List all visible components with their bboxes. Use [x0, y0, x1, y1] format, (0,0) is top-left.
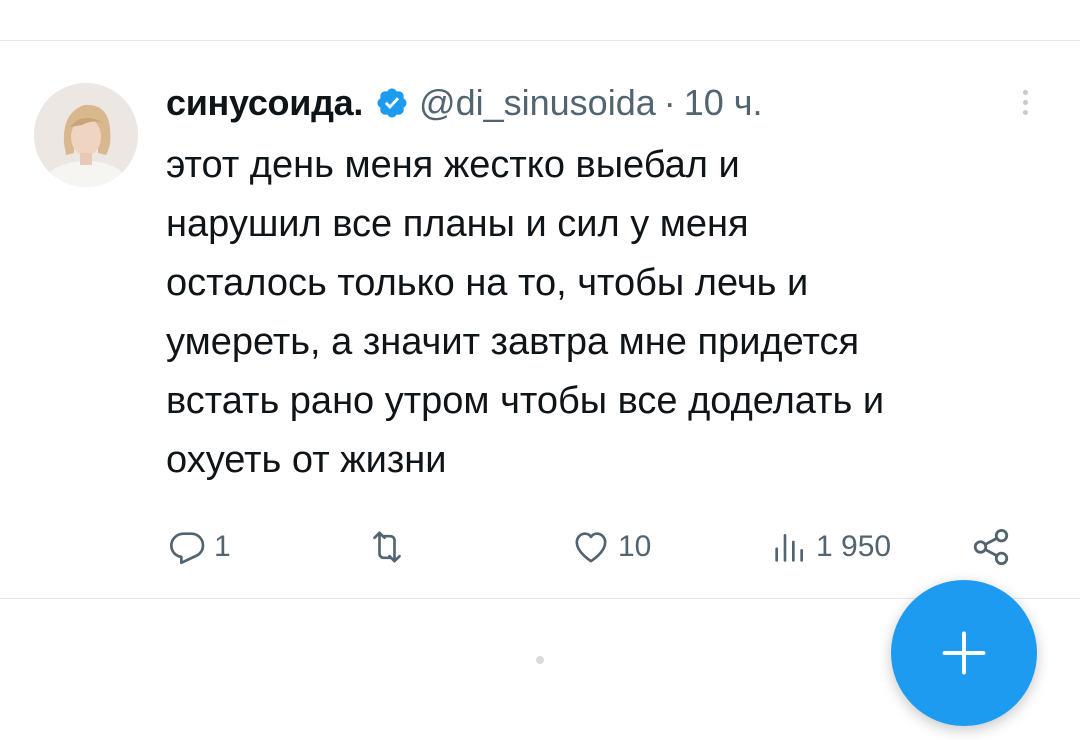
tweet-text-line: осталось только на то, чтобы лечь и [166, 262, 809, 304]
reply-count: 1 [214, 530, 231, 563]
heart-icon [575, 532, 607, 563]
tweet-text: этот день меня жестко выебал и нарушил в… [166, 136, 1046, 490]
tweet-text-line: нарушил все планы и сил у меня [166, 203, 749, 245]
tweet-timestamp[interactable]: 10 ч. [684, 82, 763, 124]
like-button[interactable]: 10 [570, 524, 651, 570]
verified-badge-icon [375, 86, 409, 120]
tweet-text-line: охуеть от жизни [166, 439, 447, 481]
plus-icon [942, 631, 986, 675]
top-divider [0, 40, 1080, 41]
views-count: 1 950 [816, 530, 892, 563]
tweet-text-line: этот день меня жестко выебал и [166, 144, 740, 186]
share-icon [973, 528, 1009, 566]
more-vertical-icon[interactable] [1012, 82, 1040, 122]
avatar[interactable] [34, 83, 138, 187]
views-button[interactable]: 1 950 [770, 524, 891, 570]
header-separator: · [663, 82, 676, 123]
tweet-text-line: встать рано утром чтобы все доделать и [166, 380, 885, 422]
retweet-button[interactable] [364, 524, 416, 570]
retweet-icon [373, 531, 401, 563]
tweet-text-line: умереть, а значит завтра мне придется [166, 321, 860, 363]
author-display-name[interactable]: синусоида. [166, 82, 363, 124]
reply-button[interactable]: 1 [168, 524, 231, 570]
author-handle[interactable]: @di_sinusoida [419, 82, 656, 124]
avatar-image [34, 83, 138, 187]
share-button[interactable] [970, 524, 1012, 570]
page-indicator-dot [536, 656, 544, 664]
compose-button[interactable] [891, 580, 1037, 726]
tweet-actions: 1 10 1 950 [0, 524, 1080, 570]
tweet-header: синусоида. @di_sinusoida · 10 ч. [166, 78, 763, 128]
like-count: 10 [618, 530, 652, 563]
views-icon [775, 534, 803, 562]
reply-icon [170, 532, 205, 565]
